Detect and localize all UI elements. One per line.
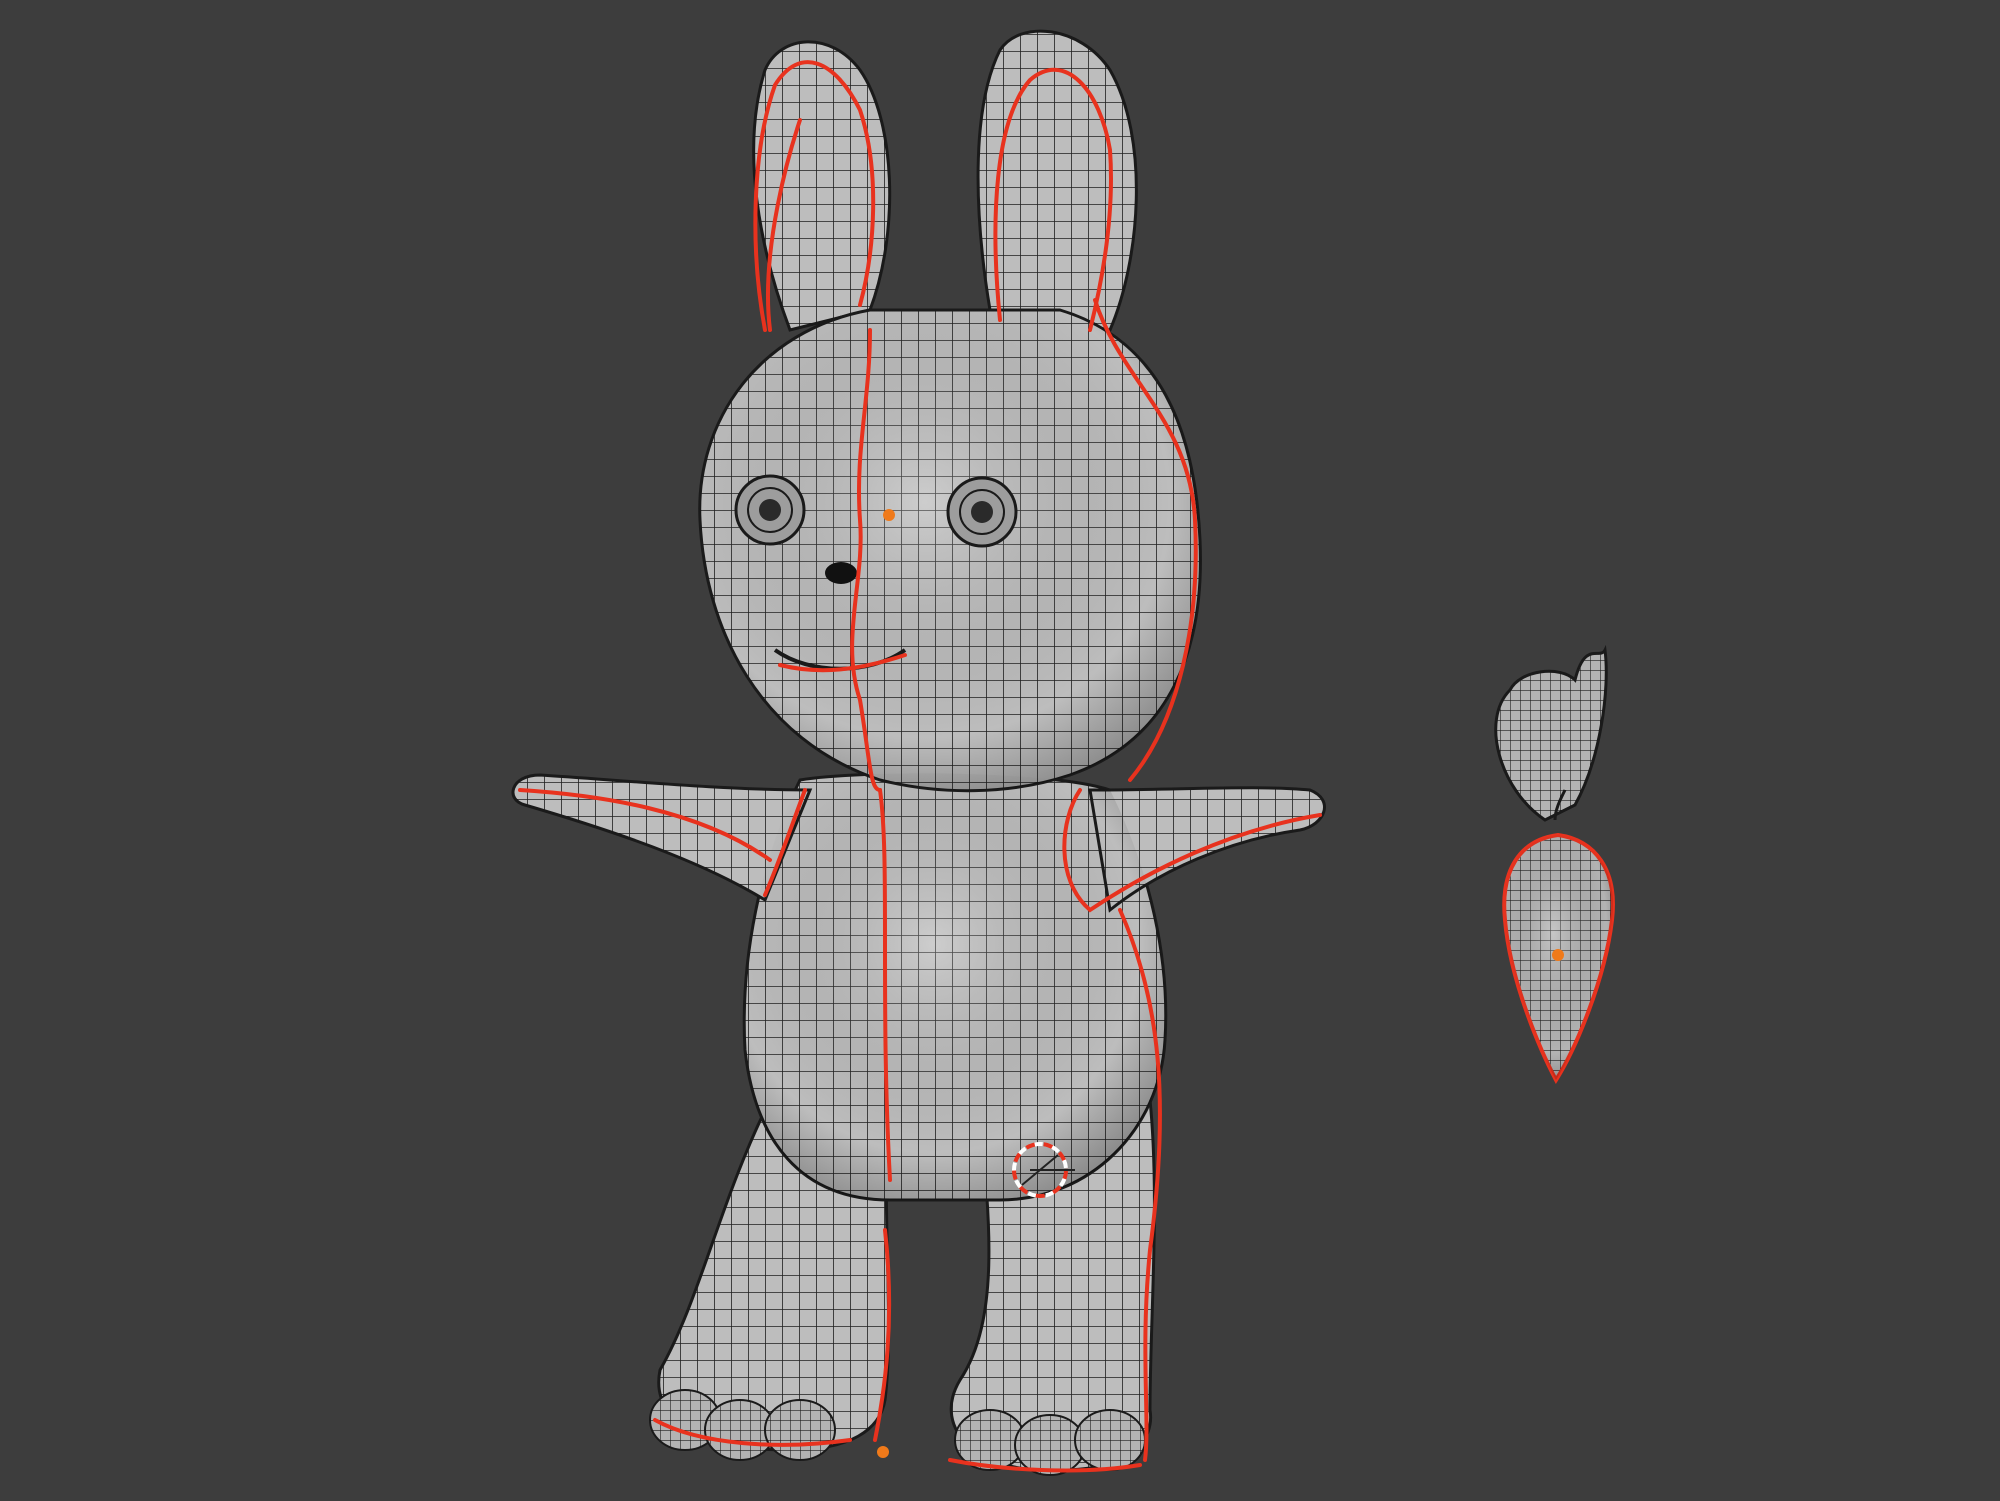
carrot-leaves[interactable]: [1494, 644, 1608, 822]
carrot-origin-point[interactable]: [1552, 949, 1564, 961]
bunny-mesh[interactable]: [511, 29, 1326, 1476]
bunny-nose: [825, 562, 857, 584]
bunny-origin-point[interactable]: [883, 509, 895, 521]
bunny-vertex-point[interactable]: [877, 1446, 889, 1458]
carrot-mesh[interactable]: [1494, 644, 1615, 1084]
bunny-right-eye[interactable]: [946, 476, 1018, 548]
bunny-left-toes: [649, 1389, 836, 1461]
viewport-scene[interactable]: [0, 0, 2000, 1501]
3d-viewport[interactable]: [0, 0, 2000, 1501]
bunny-left-eye[interactable]: [734, 474, 806, 546]
